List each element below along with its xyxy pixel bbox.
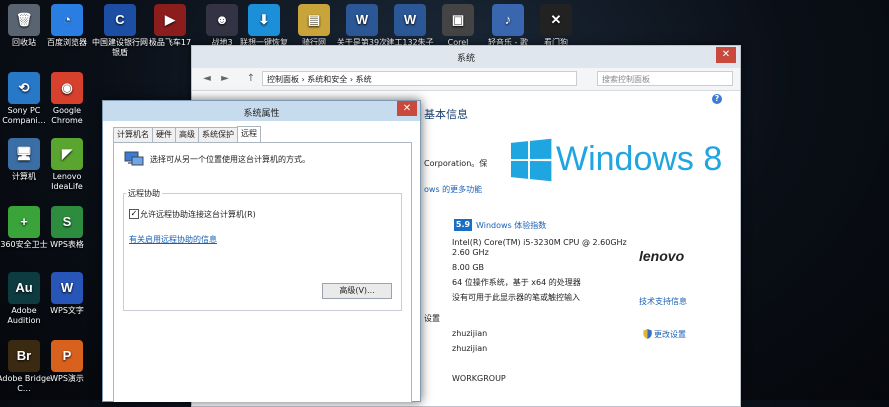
desktop-icon[interactable]: ◤ Lenovo IdeaLife (37, 138, 97, 192)
system-type-value: 64 位操作系统，基于 x64 的处理器 (452, 278, 581, 287)
dialog-close-button[interactable]: ✕ (397, 101, 417, 116)
remote-assistance-help-link[interactable]: 有关启用远程协助的信息 (129, 234, 217, 245)
remote-tab-panel: 选择可从另一个位置使用这台计算机的方式。 远程协助 ✓ 允许远程协助连接这台计算… (113, 142, 412, 402)
baidu-browser-icon: ◔ (51, 4, 83, 36)
experience-index-link[interactable]: Windows 体验指数 (476, 220, 546, 231)
dialog-tabs: 计算机名 硬件 高级 系统保护 远程 (113, 126, 261, 143)
computer-settings-header: 设置 (424, 314, 440, 323)
word-doc-icon: W (394, 4, 426, 36)
pen-touch-value: 没有可用于此显示器的笔或触控输入 (452, 293, 580, 302)
processor-value: Intel(R) Core(TM) i5-3230M CPU @ 2.60GHz (452, 238, 627, 247)
wps-present-icon: P (51, 340, 83, 372)
lenovo-logo: lenovo (639, 248, 685, 264)
computer-icon: 🖥 (8, 138, 40, 170)
dialog-title: 系统属性 (243, 109, 280, 119)
bridge-icon: Br (8, 340, 40, 372)
forward-button[interactable]: ► (218, 72, 232, 86)
sony-icon: ⟲ (8, 72, 40, 104)
desktop-icon[interactable]: P WPS演示 (37, 340, 97, 384)
edition-copyright: Corporation。保 (424, 159, 488, 168)
idealife-icon: ◤ (51, 138, 83, 170)
tab-hardware[interactable]: 硬件 (152, 127, 176, 142)
system-window-title: 系统 (456, 54, 475, 64)
desktop-icon[interactable]: ▶ 极品飞车17 (140, 4, 200, 48)
desktop-icon[interactable]: S WPS表格 (37, 206, 97, 250)
desktop-icon-label: WPS演示 (50, 374, 84, 383)
more-features-link[interactable]: ows 的更多功能 (424, 184, 482, 195)
processor-speed-value: 2.60 GHz (452, 248, 489, 257)
audition-icon: Au (8, 272, 40, 304)
section-header: 基本信息 (424, 108, 468, 121)
address-input[interactable]: 控制面板 › 系统和安全 › 系统 (262, 71, 577, 86)
back-button[interactable]: ◄ (200, 72, 214, 86)
tab-computer-name[interactable]: 计算机名 (113, 127, 153, 142)
system-window-close-button[interactable]: ✕ (716, 47, 736, 63)
windows-flag-icon (510, 138, 552, 181)
remote-assistance-label: 远程协助 (126, 188, 162, 199)
nfs-icon: ▶ (154, 4, 186, 36)
allow-remote-assistance-label[interactable]: 允许远程协助连接这台计算机(R) (140, 209, 256, 220)
360-icon: + (8, 206, 40, 238)
tab-system-protection[interactable]: 系统保护 (198, 127, 238, 142)
watchdogs-icon: ✕ (540, 4, 572, 36)
allow-remote-assistance-checkbox[interactable]: ✓ (129, 209, 139, 219)
full-name-value: zhuzijian (452, 344, 488, 353)
windows-8-logo: Windows 8 (508, 138, 723, 181)
remote-description: 选择可从另一个位置使用这台计算机的方式。 (150, 155, 310, 164)
tab-advanced[interactable]: 高级 (175, 127, 199, 142)
memory-value: 8.00 GB (452, 263, 485, 272)
ccb-icon: C (104, 4, 136, 36)
desktop-icon-label: Google Chrome (51, 106, 83, 125)
address-bar: ◄ ► ↑ 控制面板 › 系统和安全 › 系统 搜索控制面板 (192, 68, 740, 91)
desktop-icon[interactable]: ✕ 看门狗 (526, 4, 586, 48)
help-icon[interactable]: ? (712, 94, 722, 104)
windows-logo-text: Windows 8 (556, 140, 723, 178)
support-info-link[interactable]: 技术支持信息 (639, 296, 687, 307)
desktop-icon-label: WPS文字 (50, 306, 84, 315)
advanced-button[interactable]: 高级(V)... (322, 283, 392, 299)
recycle-bin-icon: 🗑 (8, 4, 40, 36)
folder-icon: ▤ (298, 4, 330, 36)
desktop-icon-label: 百度浏览器 (47, 38, 87, 47)
mp3-icon: ♪ (492, 4, 524, 36)
desktop-icon-label: Lenovo IdeaLife (51, 172, 83, 191)
remote-computer-icon (124, 151, 144, 166)
computer-name-value: zhuzijian (452, 329, 488, 338)
desktop-icon[interactable]: W WPS文字 (37, 272, 97, 316)
corel-icon: ▣ (442, 4, 474, 36)
shield-icon (643, 329, 652, 339)
desktop-icon[interactable]: ◔ 百度浏览器 (37, 4, 97, 48)
wps-writer-icon: W (51, 272, 83, 304)
chrome-icon: ◉ (51, 72, 83, 104)
dialog-titlebar[interactable]: 系统属性 ✕ (103, 101, 420, 121)
tab-remote[interactable]: 远程 (237, 126, 261, 143)
search-input[interactable]: 搜索控制面板 (597, 71, 733, 86)
lenovo-recovery-icon: ⬇ (248, 4, 280, 36)
system-window-titlebar[interactable]: 系统 ✕ (192, 46, 740, 68)
change-settings-link[interactable]: 更改设置 (654, 329, 686, 340)
desktop-icon[interactable]: ◉ Google Chrome (37, 72, 97, 126)
wps-sheet-icon: S (51, 206, 83, 238)
up-button[interactable]: ↑ (244, 72, 258, 86)
experience-score-badge: 5.9 (454, 219, 472, 231)
workgroup-value: WORKGROUP (452, 374, 506, 383)
word-doc-icon: W (346, 4, 378, 36)
desktop-icon-label: WPS表格 (50, 240, 84, 249)
system-properties-dialog: 系统属性 ✕ 计算机名 硬件 高级 系统保护 远程 选择可从另一个位置使用这台计… (102, 100, 421, 402)
